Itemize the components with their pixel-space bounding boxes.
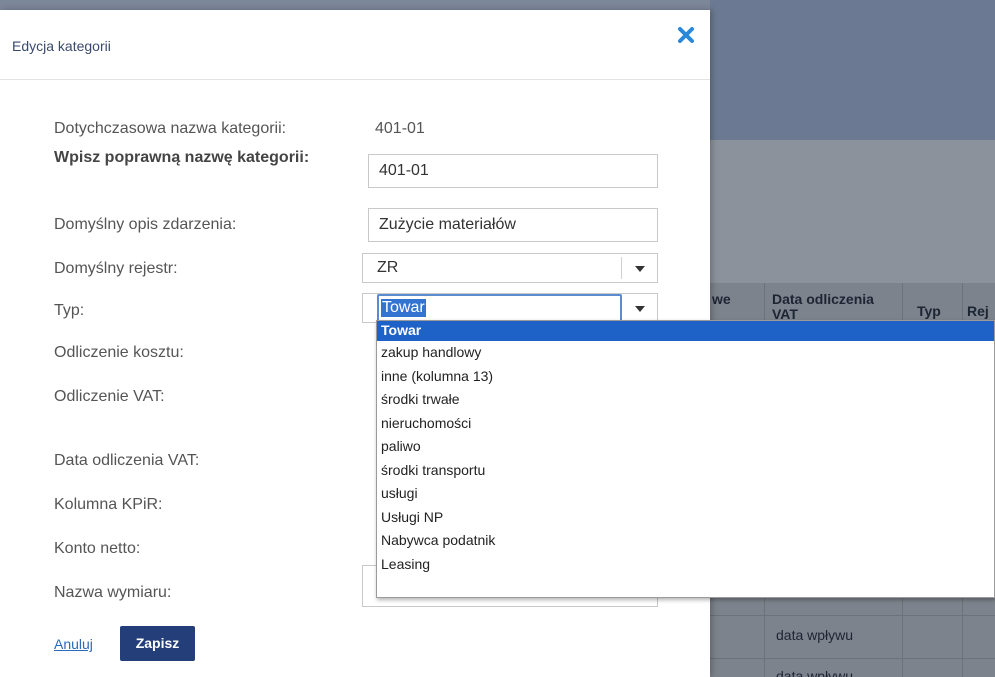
vat-deduction-date-label: Data odliczenia VAT: bbox=[54, 452, 200, 469]
dropdown-option[interactable]: Towar bbox=[377, 321, 994, 341]
cost-deduction-label: Odliczenie kosztu: bbox=[54, 344, 184, 361]
new-name-input[interactable]: 401-01 bbox=[368, 154, 658, 188]
net-account-label: Konto netto: bbox=[54, 540, 141, 557]
background-cell: data wpływu bbox=[776, 668, 854, 677]
background-header bbox=[710, 0, 995, 140]
type-label: Typ: bbox=[54, 302, 85, 319]
kpir-column-label: Kolumna KPiR: bbox=[54, 496, 163, 513]
default-description-label: Domyślny opis zdarzenia: bbox=[54, 216, 237, 233]
close-icon[interactable] bbox=[673, 22, 699, 48]
dropdown-option[interactable]: środki transportu bbox=[377, 459, 994, 483]
default-description-input[interactable]: Zużycie materiałów bbox=[368, 208, 658, 242]
dropdown-option[interactable]: paliwo bbox=[377, 435, 994, 459]
dropdown-option[interactable]: nieruchomości bbox=[377, 412, 994, 436]
dialog-title: Edycja kategorii bbox=[12, 38, 111, 54]
default-register-value: ZR bbox=[377, 259, 399, 276]
dropdown-option[interactable]: zakup handlowy bbox=[377, 341, 994, 365]
default-register-select[interactable]: ZR bbox=[362, 253, 658, 283]
background-divider bbox=[710, 615, 995, 616]
background-divider bbox=[710, 658, 995, 659]
dropdown-option[interactable]: Usługi NP bbox=[377, 506, 994, 530]
type-select-focused[interactable]: Towar bbox=[377, 294, 622, 322]
dialog-header: Edycja kategorii bbox=[0, 10, 710, 80]
dropdown-option[interactable]: Nabywca podatnik bbox=[377, 529, 994, 553]
dropdown-option[interactable]: usługi bbox=[377, 482, 994, 506]
dropdown-option[interactable]: inne (kolumna 13) bbox=[377, 365, 994, 389]
cancel-link[interactable]: Anuluj bbox=[54, 636, 93, 652]
dimension-name-label: Nazwa wymiaru: bbox=[54, 584, 172, 601]
type-dropdown-list: Towar zakup handlowy inne (kolumna 13) ś… bbox=[376, 320, 995, 598]
current-name-label: Dotychczasowa nazwa kategorii: bbox=[54, 120, 287, 137]
type-select-value: Towar bbox=[381, 299, 426, 317]
dropdown-option[interactable]: środki trwałe bbox=[377, 388, 994, 412]
background-cell: data wpływu bbox=[776, 627, 854, 643]
select-divider bbox=[621, 257, 622, 279]
current-name-value: 401-01 bbox=[375, 120, 425, 137]
chevron-down-icon[interactable] bbox=[635, 266, 645, 272]
save-button[interactable]: Zapisz bbox=[120, 626, 195, 661]
vat-deduction-label: Odliczenie VAT: bbox=[54, 388, 165, 405]
new-name-label: Wpisz poprawną nazwę kategorii: bbox=[54, 149, 310, 166]
dropdown-option[interactable]: Leasing bbox=[377, 553, 994, 577]
chevron-down-icon[interactable] bbox=[635, 306, 645, 312]
default-register-label: Domyślny rejestr: bbox=[54, 260, 178, 277]
